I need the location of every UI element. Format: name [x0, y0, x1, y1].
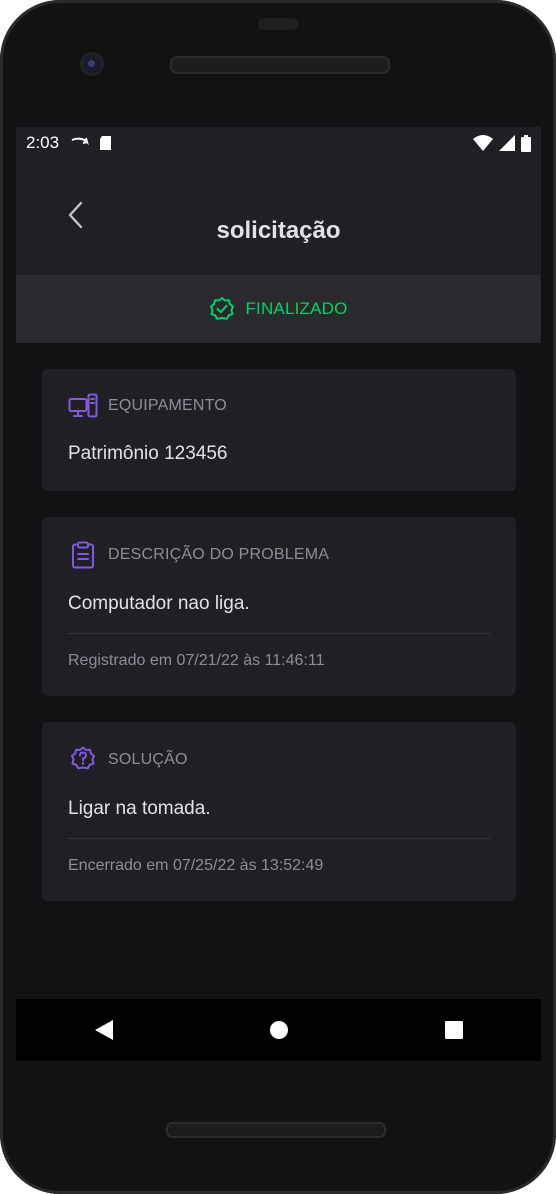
status-icons [473, 134, 531, 152]
check-seal-icon [210, 297, 235, 320]
status-bar: 2:03 [16, 127, 541, 159]
page-title: solicitação [216, 217, 341, 244]
solution-card: SOLUÇÃO Ligar na tomada. Encerrado em 07… [42, 722, 516, 901]
nav-home-button[interactable] [259, 1010, 299, 1050]
status-label: FINALIZADO [245, 299, 348, 318]
phone-notch [258, 18, 298, 30]
battery-icon [521, 134, 531, 152]
equipment-value: Patrimônio 123456 [68, 443, 228, 464]
registered-timestamp: Registrado em 07/21/22 às 11:46:11 [68, 652, 325, 669]
circle-home-icon [269, 1021, 288, 1039]
card-header: EQUIPAMENTO [68, 393, 490, 419]
triangle-back-icon [94, 1020, 113, 1040]
wifi-icon [473, 135, 493, 151]
closed-timestamp: Encerrado em 07/25/22 às 13:52:49 [68, 857, 324, 874]
solution-text: Ligar na tomada. [68, 798, 211, 819]
card-header: DESCRIÇÃO DO PROBLEMA [68, 541, 490, 569]
sd-card-icon [100, 136, 112, 150]
app-screen: 2:03 solicitação FINALIZADO EQUIPAMENTO … [16, 127, 541, 999]
status-banner: FINALIZADO [16, 275, 541, 343]
nav-back-button[interactable] [84, 1010, 124, 1050]
equipment-card: EQUIPAMENTO Patrimônio 123456 [42, 369, 516, 491]
card-heading: DESCRIÇÃO DO PROBLEMA [108, 546, 330, 563]
front-camera [80, 52, 104, 76]
desktop-tower-icon [68, 393, 98, 418]
phone-frame: 2:03 solicitação FINALIZADO EQUIPAMENTO … [0, 0, 556, 1194]
clipboard-text-icon [72, 541, 94, 569]
notification-arrow-icon [71, 137, 89, 146]
problem-description: Computador nao liga. [68, 593, 250, 614]
card-header: SOLUÇÃO [68, 746, 490, 774]
android-nav-bar [16, 999, 541, 1061]
divider [68, 838, 490, 839]
status-time: 2:03 [26, 133, 60, 152]
problem-card: DESCRIÇÃO DO PROBLEMA Computador nao lig… [42, 517, 516, 696]
app-header: solicitação [16, 159, 541, 275]
card-heading: EQUIPAMENTO [108, 397, 227, 414]
card-heading: SOLUÇÃO [108, 751, 188, 768]
cog-question-icon [71, 746, 95, 770]
square-recents-icon [444, 1021, 463, 1039]
nav-recents-button[interactable] [434, 1010, 474, 1050]
earpiece-speaker [170, 56, 390, 74]
bottom-speaker [166, 1122, 386, 1138]
details-list: EQUIPAMENTO Patrimônio 123456 DESCRIÇÃO … [16, 343, 541, 999]
signal-icon [499, 135, 515, 151]
divider [68, 633, 490, 634]
